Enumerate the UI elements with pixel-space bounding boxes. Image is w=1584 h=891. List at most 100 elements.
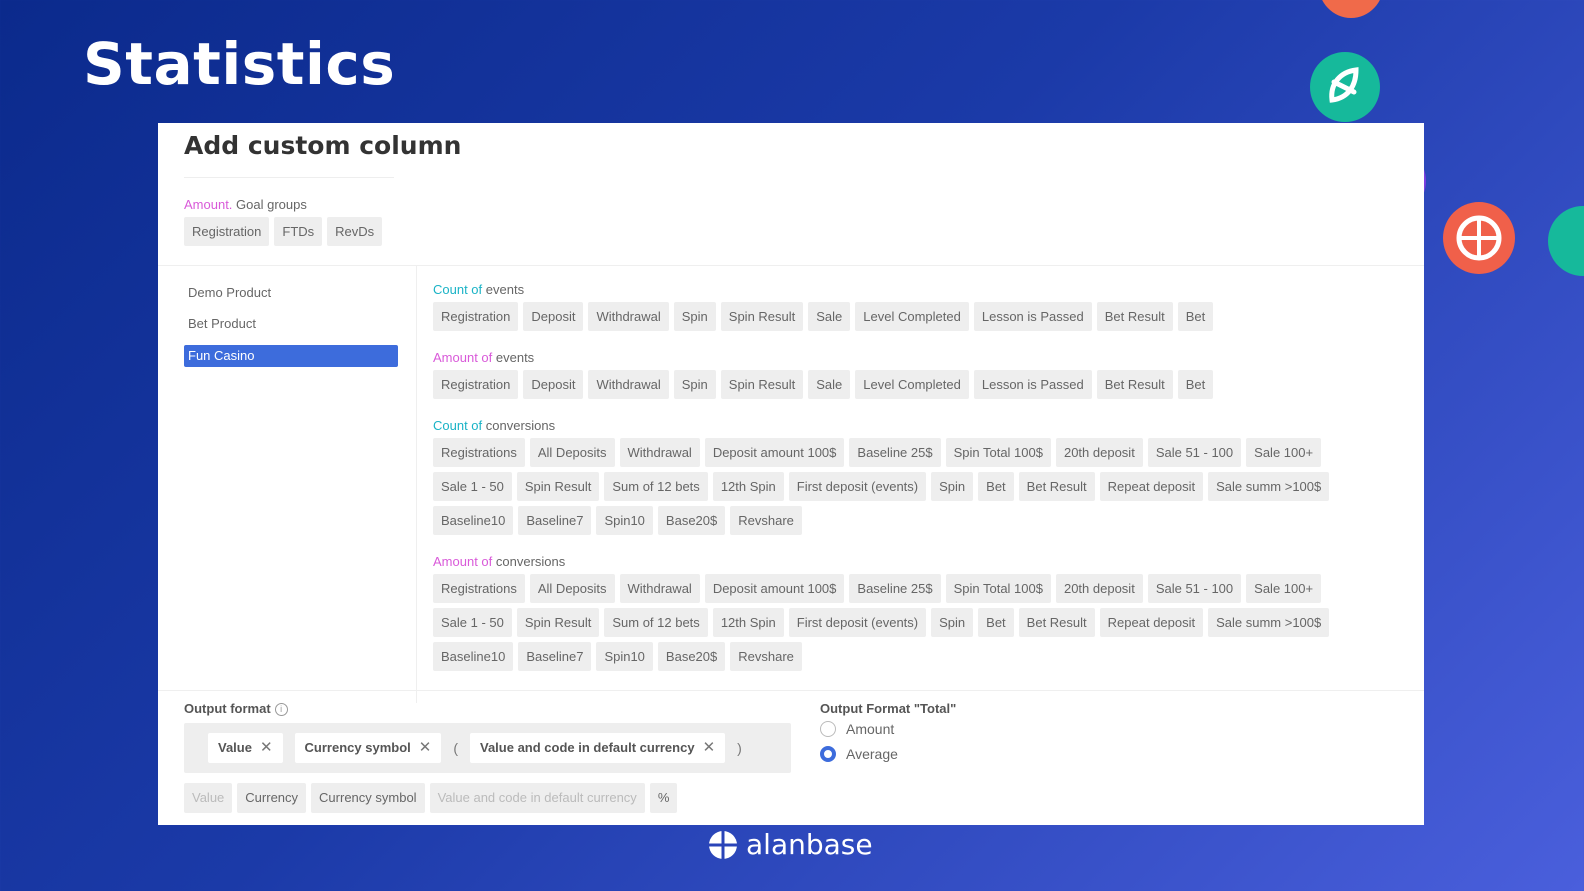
sidebar-item-product[interactable]: Fun Casino xyxy=(184,345,398,367)
decorative-orange-circle-icon xyxy=(1318,0,1384,18)
chip-option[interactable]: Registrations xyxy=(433,574,525,603)
chip-option[interactable]: Sale xyxy=(808,370,851,399)
decorative-green-leaf-icon xyxy=(1310,52,1380,122)
remove-icon[interactable]: ✕ xyxy=(703,733,716,763)
chip-option[interactable]: RevDs xyxy=(327,217,383,246)
chip-option[interactable]: Spin xyxy=(931,472,974,501)
chip-option[interactable]: Sale summ >100$ xyxy=(1208,608,1330,637)
chip-option[interactable]: Bet Result xyxy=(1096,370,1173,399)
chip-option[interactable]: Spin Total 100$ xyxy=(945,574,1051,603)
decorative-green-circle-icon xyxy=(1548,206,1584,276)
chip-option[interactable]: Spin Result xyxy=(720,370,804,399)
chip-option[interactable]: Repeat deposit xyxy=(1099,608,1204,637)
chip-option[interactable]: Level Completed xyxy=(855,370,969,399)
chip-option[interactable]: 12th Spin xyxy=(712,472,784,501)
chip-option[interactable]: Bet xyxy=(978,472,1014,501)
chip-option[interactable]: Level Completed xyxy=(855,302,969,331)
chip-option[interactable]: Sale 100+ xyxy=(1246,574,1322,603)
count-events-text: events xyxy=(482,282,525,297)
chip-option[interactable]: Registration xyxy=(433,370,519,399)
chip-option[interactable]: Baseline7 xyxy=(518,642,592,671)
chip-option[interactable]: Lesson is Passed xyxy=(973,370,1092,399)
chip-option[interactable]: 20th deposit xyxy=(1055,574,1143,603)
sidebar-item-product[interactable]: Bet Product xyxy=(184,313,398,335)
remove-icon[interactable]: ✕ xyxy=(260,733,273,763)
chip-option[interactable]: First deposit (events) xyxy=(788,472,927,501)
sidebar-item-product[interactable]: Demo Product xyxy=(184,282,398,304)
chip-option[interactable]: Baseline7 xyxy=(518,506,592,535)
chip-option[interactable]: Registration xyxy=(184,217,270,246)
radio-button[interactable] xyxy=(820,746,836,762)
chip-option[interactable]: Sale 1 - 50 xyxy=(433,472,512,501)
chip-option[interactable]: Spin xyxy=(673,302,716,331)
chip-option[interactable]: Spin10 xyxy=(596,642,653,671)
amount-conversions-label: Amount of conversions xyxy=(433,554,565,569)
chip-option[interactable]: Sale 51 - 100 xyxy=(1147,574,1242,603)
chip-option[interactable]: Baseline 25$ xyxy=(849,574,941,603)
chip-option[interactable]: Bet Result xyxy=(1096,302,1173,331)
chip-option[interactable]: Sale xyxy=(808,302,851,331)
chip-option[interactable]: Withdrawal xyxy=(588,302,669,331)
chip-option[interactable]: Revshare xyxy=(730,506,802,535)
chip-option[interactable]: Deposit amount 100$ xyxy=(704,574,845,603)
chip-option[interactable]: All Deposits xyxy=(529,438,615,467)
chip-option[interactable]: Withdrawal xyxy=(619,438,700,467)
chip-option[interactable]: 20th deposit xyxy=(1055,438,1143,467)
format-option-chip[interactable]: % xyxy=(649,783,678,813)
chip-option[interactable]: All Deposits xyxy=(529,574,615,603)
chip-option[interactable]: Sum of 12 bets xyxy=(604,608,708,637)
chip-option[interactable]: Spin Result xyxy=(720,302,804,331)
chip-option[interactable]: Spin xyxy=(931,608,974,637)
dialog-title: Add custom column xyxy=(184,131,462,160)
chip-option[interactable]: 12th Spin xyxy=(712,608,784,637)
chip-option[interactable]: Deposit xyxy=(523,302,584,331)
amount-events-chips: Registration Deposit Withdrawal Spin Spin Re… xyxy=(433,370,1403,399)
chip-option[interactable]: Sale summ >100$ xyxy=(1208,472,1330,501)
chip-option[interactable]: Bet xyxy=(1177,370,1214,399)
chip-option[interactable]: Registration xyxy=(433,302,519,331)
info-icon[interactable]: i xyxy=(274,703,288,717)
chip-option[interactable]: Spin Result xyxy=(516,472,600,501)
format-tag[interactable]: Value ✕ xyxy=(208,733,283,763)
format-tag[interactable]: Value and code in default currency ✕ xyxy=(470,733,726,763)
chip-option[interactable]: Sale 1 - 50 xyxy=(433,608,512,637)
chip-option[interactable]: Withdrawal xyxy=(588,370,669,399)
remove-icon[interactable]: ✕ xyxy=(419,733,432,763)
chip-option[interactable]: Base20$ xyxy=(657,506,726,535)
chip-option[interactable]: Lesson is Passed xyxy=(973,302,1092,331)
chip-option[interactable]: Bet Result xyxy=(1018,472,1095,501)
chip-option[interactable]: Sum of 12 bets xyxy=(604,472,708,501)
chip-option[interactable]: Registrations xyxy=(433,438,525,467)
format-option-chip[interactable]: Currency xyxy=(237,783,307,813)
radio-option[interactable]: Average xyxy=(820,746,898,762)
radio-option[interactable]: Amount xyxy=(820,721,894,737)
chip-option[interactable]: Repeat deposit xyxy=(1099,472,1204,501)
format-tag[interactable]: Currency symbol ✕ xyxy=(294,733,442,763)
chip-option[interactable]: FTDs xyxy=(274,217,323,246)
chip-option[interactable]: Bet Result xyxy=(1018,608,1095,637)
chip-option[interactable]: First deposit (events) xyxy=(788,608,927,637)
chip-option[interactable]: Bet xyxy=(1177,302,1214,331)
chip-option[interactable]: Spin xyxy=(673,370,716,399)
chip-option[interactable]: Sale 100+ xyxy=(1246,438,1322,467)
format-option-chip[interactable]: Currency symbol xyxy=(311,783,425,813)
chip-option[interactable]: Sale 51 - 100 xyxy=(1147,438,1242,467)
chip-option[interactable]: Deposit xyxy=(523,370,584,399)
count-events-chips: Registration Deposit Withdrawal Spin Spin Re… xyxy=(433,302,1403,331)
radio-button[interactable] xyxy=(820,721,836,737)
chip-option[interactable]: Baseline10 xyxy=(433,642,514,671)
alanbase-logo: alanbase xyxy=(708,828,873,861)
chip-option[interactable]: Revshare xyxy=(730,642,802,671)
chip-option[interactable]: Deposit amount 100$ xyxy=(704,438,845,467)
chip-option[interactable]: Spin10 xyxy=(596,506,653,535)
output-format-builder[interactable]: Value ✕ Currency symbol ✕ (Value and code in… xyxy=(184,723,791,773)
goal-groups-chips: Registration FTDs RevDs xyxy=(184,217,383,246)
chip-option[interactable]: Baseline10 xyxy=(433,506,514,535)
chip-option[interactable]: Base20$ xyxy=(657,642,726,671)
chip-option[interactable]: Spin Total 100$ xyxy=(945,438,1051,467)
chip-option[interactable]: Bet xyxy=(978,608,1014,637)
format-tag-label: Value xyxy=(218,740,252,755)
chip-option[interactable]: Spin Result xyxy=(516,608,600,637)
chip-option[interactable]: Baseline 25$ xyxy=(849,438,941,467)
chip-option[interactable]: Withdrawal xyxy=(619,574,700,603)
